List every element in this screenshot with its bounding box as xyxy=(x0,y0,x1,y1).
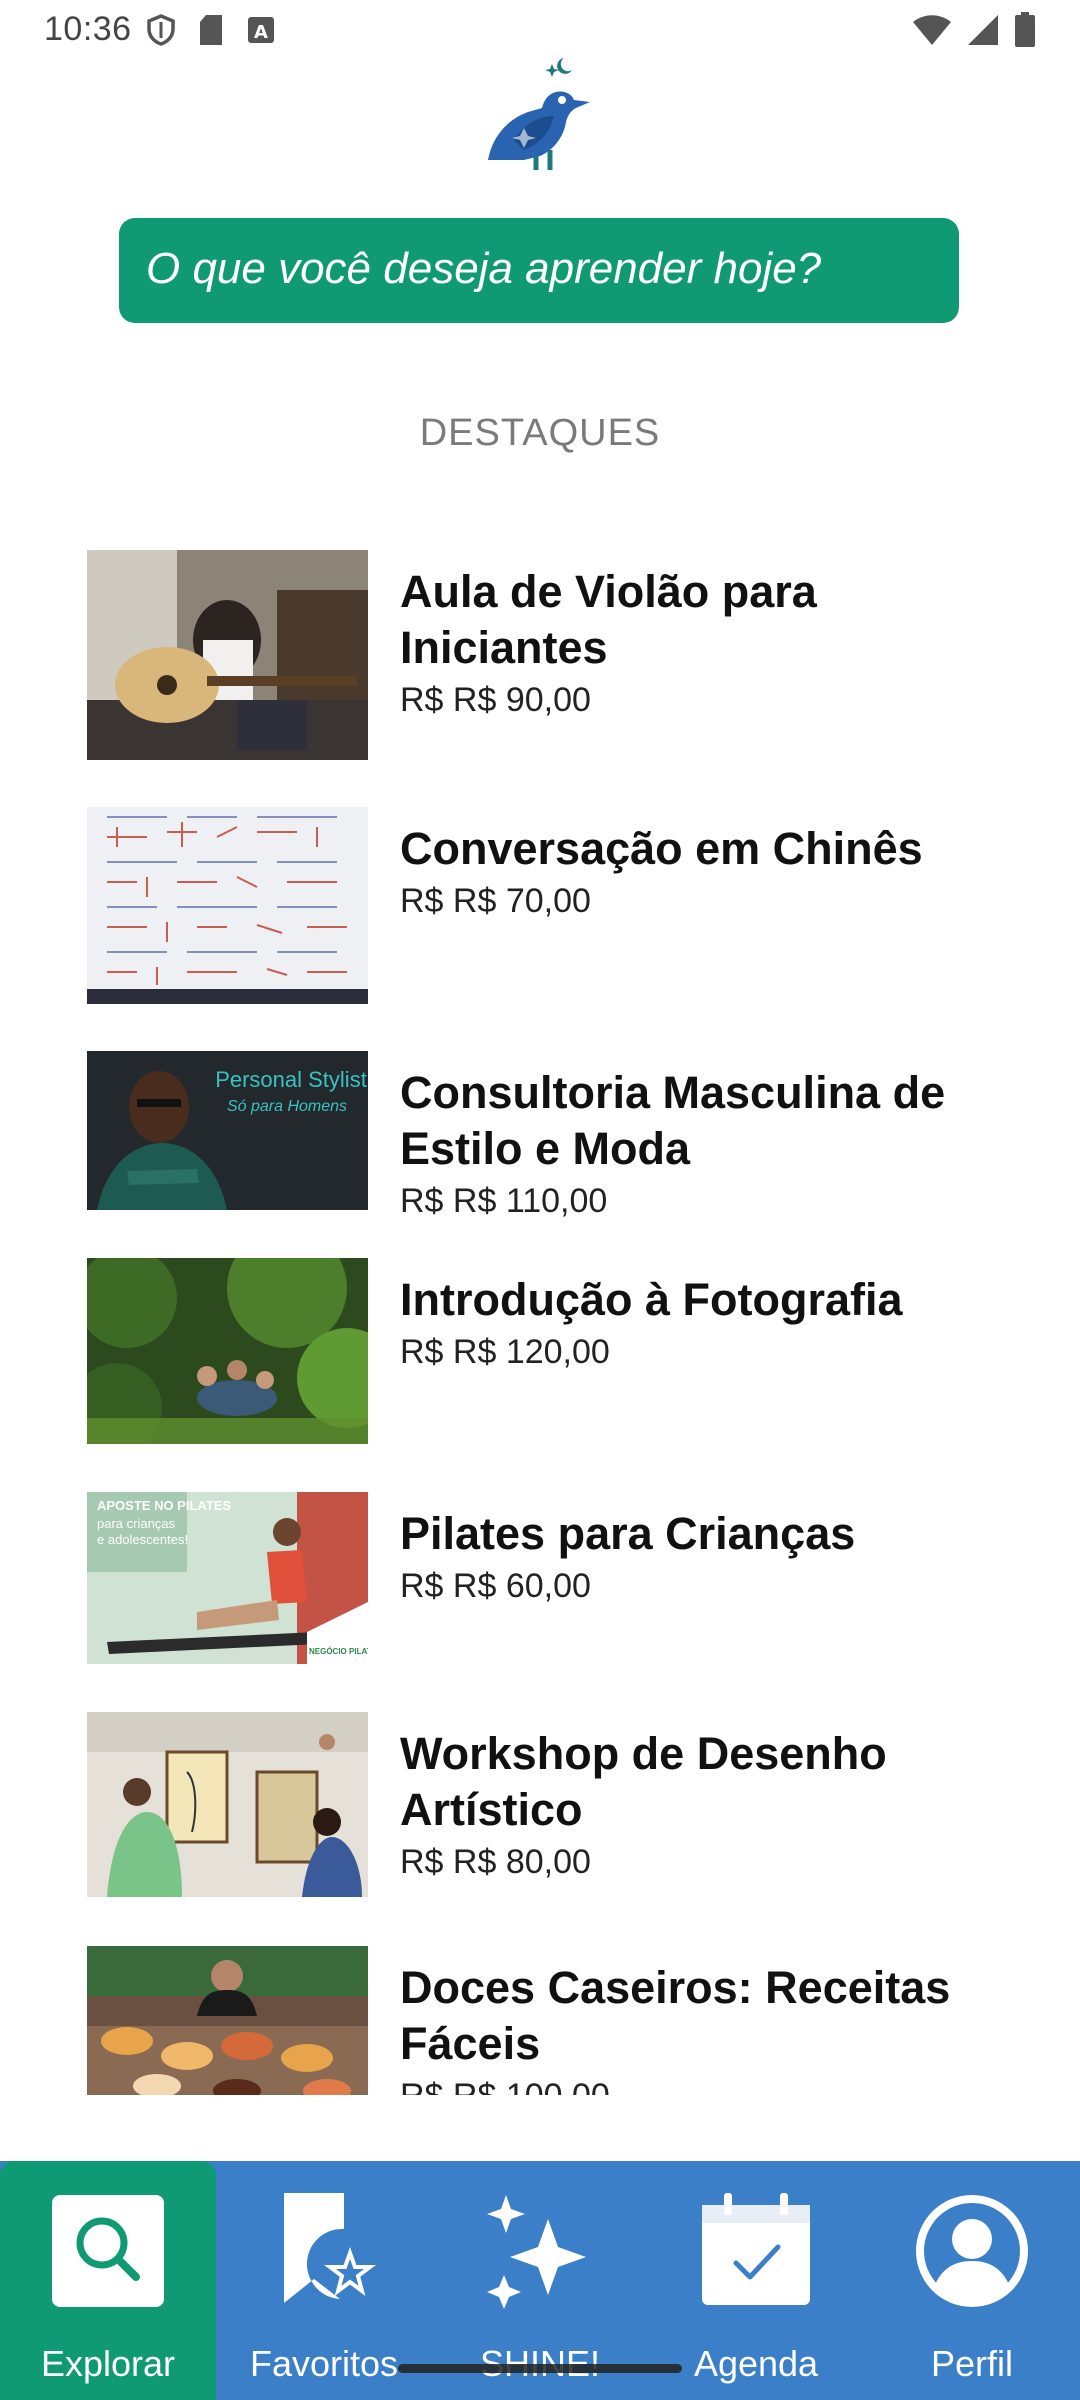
course-thumbnail-drawing xyxy=(87,1712,368,1897)
sim-card-icon xyxy=(200,15,222,45)
shield-icon xyxy=(147,14,175,46)
thumb-stylist-line2: Só para Homens xyxy=(227,1098,347,1115)
thumb-pilates-line3: e adolescentes! xyxy=(97,1532,188,1547)
course-title: Doces Caseiros: Receitas Fáceis xyxy=(400,1962,951,2069)
thumb-stylist-line1: Personal Stylist xyxy=(215,1067,367,1092)
status-time: 10:36 xyxy=(44,10,132,48)
course-item-drawing[interactable]: Workshop de Desenho Artístico R$ R$ 80,0… xyxy=(87,1712,1047,1897)
course-price: R$ R$ 90,00 xyxy=(400,681,591,719)
course-list[interactable]: Aula de Violão para Iniciantes R$ R$ 90,… xyxy=(0,520,1080,2095)
battery-icon xyxy=(1015,12,1035,47)
course-thumbnail-chinese xyxy=(87,807,368,1004)
course-thumbnail-sweets xyxy=(87,1946,368,2095)
course-thumbnail-stylist: Personal Stylist Só para Homens xyxy=(87,1051,368,1210)
course-price: R$ R$ 60,00 xyxy=(400,1567,591,1605)
wifi-icon xyxy=(913,15,951,45)
course-price: R$ R$ 110,00 xyxy=(400,1182,608,1220)
search-icon xyxy=(52,2195,164,2307)
nav-label: Explorar xyxy=(40,2343,176,2384)
course-title: Pilates para Crianças xyxy=(400,1508,856,1559)
course-title: Introdução à Fotografia xyxy=(400,1274,903,1325)
thumb-pilates-line1: APOSTE NO PILATES xyxy=(97,1498,231,1513)
course-title: Consultoria Masculina de Estilo e Moda xyxy=(400,1067,946,1174)
nav-label: Agenda xyxy=(693,2343,819,2384)
course-title: Workshop de Desenho Artístico xyxy=(400,1728,887,1835)
nav-item-explorar[interactable]: Explorar xyxy=(0,2161,216,2400)
signal-icon xyxy=(968,15,998,45)
search-input[interactable]: O que você deseja aprender hoje? xyxy=(119,218,959,323)
calendar-check-icon xyxy=(702,2193,810,2305)
course-item-photography[interactable]: Introdução à Fotografia R$ R$ 120,00 xyxy=(87,1258,1047,1444)
course-price: R$ R$ 70,00 xyxy=(400,882,591,920)
course-thumbnail-guitar xyxy=(87,550,368,760)
course-item-pilates[interactable]: APOSTE NO PILATES para crianças e adoles… xyxy=(87,1492,1047,1664)
thumb-pilates-line2: para crianças xyxy=(97,1516,176,1531)
logo-bird-icon xyxy=(488,58,590,170)
user-icon xyxy=(916,2195,1028,2307)
course-price: R$ R$ 120,00 xyxy=(400,1333,610,1371)
nav-label: Perfil xyxy=(930,2343,1014,2384)
thumb-pilates-brand: NEGÓCIO PILATES xyxy=(309,1647,368,1656)
course-item-sweets[interactable]: Doces Caseiros: Receitas Fáceis R$ R$ 10… xyxy=(87,1946,1047,2095)
bookmark-star-icon xyxy=(284,2193,376,2303)
keyboard-a-icon: A xyxy=(248,17,274,43)
course-item-chinese[interactable]: Conversação em Chinês R$ R$ 70,00 xyxy=(87,807,1047,1004)
course-item-guitar[interactable]: Aula de Violão para Iniciantes R$ R$ 90,… xyxy=(87,550,1047,760)
search-placeholder: O que você deseja aprender hoje? xyxy=(146,244,822,293)
nav-item-perfil[interactable]: Perfil xyxy=(864,2161,1080,2400)
course-item-stylist[interactable]: Personal Stylist Só para Homens Consulto… xyxy=(87,1051,1047,1220)
course-title: Conversação em Chinês xyxy=(400,823,923,874)
course-price: R$ R$ 80,00 xyxy=(400,1843,591,1881)
sparkles-icon xyxy=(487,2195,586,2309)
section-title: DESTAQUES xyxy=(419,412,661,454)
svg-text:A: A xyxy=(254,22,268,43)
gesture-handle[interactable] xyxy=(398,2364,682,2373)
course-thumbnail-pilates: APOSTE NO PILATES para crianças e adoles… xyxy=(87,1492,368,1664)
course-thumbnail-photography xyxy=(87,1258,368,1444)
course-price: R$ R$ 100,00 xyxy=(400,2072,1020,2095)
course-title: Aula de Violão para Iniciantes xyxy=(400,566,817,673)
